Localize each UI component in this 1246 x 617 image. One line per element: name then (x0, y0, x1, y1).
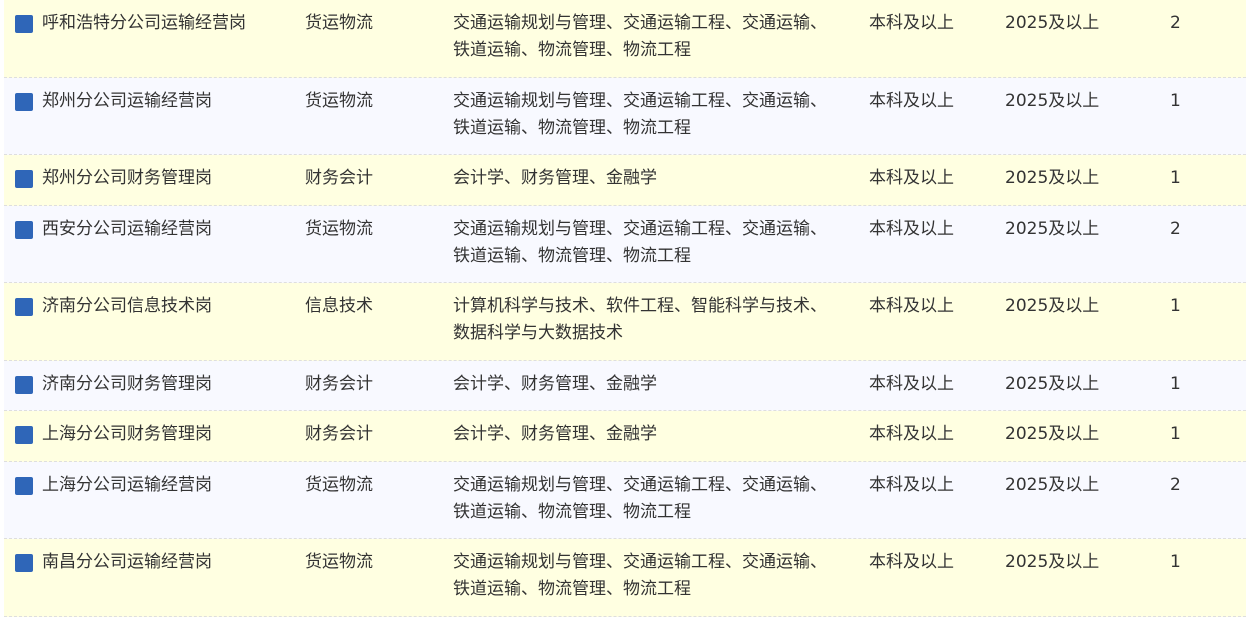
graduation-year: 2025及以上 (1005, 13, 1100, 33)
job-category: 货运物流 (305, 218, 373, 239)
position-name: 南昌分公司运输经营岗 (42, 552, 212, 572)
education-requirement: 本科及以上 (869, 90, 954, 111)
position-name: 上海分公司运输经营岗 (42, 474, 212, 495)
job-category: 货运物流 (305, 474, 373, 495)
table-row: 济南分公司信息技术岗 信息技术 计算机科学与技术、软件工程、智能科学与技术、数据科学… (4, 283, 1246, 361)
education-requirement: 本科及以上 (869, 424, 954, 444)
position-name-cell: 郑州分公司运输经营岗 (4, 78, 305, 115)
hiring-count: 1 (1170, 296, 1181, 316)
position-name: 郑州分公司财务管理岗 (42, 168, 212, 188)
square-bullet-icon (15, 375, 33, 394)
required-majors: 会计学、财务管理、金融学 (453, 424, 657, 444)
education-requirement: 本科及以上 (869, 296, 954, 316)
hiring-count: 2 (1170, 13, 1181, 33)
table-row: 上海分公司财务管理岗 财务会计 会计学、财务管理、金融学 本科及以上 2025及以上 1 (4, 411, 1246, 462)
required-majors: 计算机科学与技术、软件工程、智能科学与技术、数据科学与大数据技术 (453, 296, 827, 343)
square-bullet-icon (15, 92, 33, 111)
table-row: 郑州分公司运输经营岗 货运物流 交通运输规划与管理、交通运输工程、交通运输、铁道运输… (4, 77, 1246, 155)
job-table: 呼和浩特分公司运输经营岗 货运物流 交通运输规划与管理、交通运输工程、交通运输、铁道… (4, 0, 1246, 617)
square-bullet-icon (15, 426, 33, 444)
required-majors: 交通运输规划与管理、交通运输工程、交通运输、铁道运输、物流管理、物流工程 (453, 552, 827, 599)
graduation-year: 2025及以上 (1005, 296, 1100, 316)
square-bullet-icon (15, 298, 33, 316)
graduation-year: 2025及以上 (1005, 218, 1100, 239)
education-requirement: 本科及以上 (869, 552, 954, 572)
position-name-cell: 郑州分公司财务管理岗 (4, 155, 305, 192)
job-category: 财务会计 (305, 373, 373, 394)
job-category: 财务会计 (305, 424, 373, 444)
position-name: 上海分公司财务管理岗 (42, 424, 212, 444)
education-requirement: 本科及以上 (869, 474, 954, 495)
required-majors: 交通运输规划与管理、交通运输工程、交通运输、铁道运输、物流管理、物流工程 (453, 13, 827, 60)
job-category: 货运物流 (305, 13, 373, 33)
graduation-year: 2025及以上 (1005, 552, 1100, 572)
table-row: 郑州分公司财务管理岗 财务会计 会计学、财务管理、金融学 本科及以上 2025及以上 1 (4, 155, 1246, 206)
hiring-count: 2 (1170, 218, 1181, 239)
position-name-cell: 济南分公司信息技术岗 (4, 283, 305, 320)
education-requirement: 本科及以上 (869, 373, 954, 394)
job-category: 货运物流 (305, 552, 373, 572)
position-name-cell: 济南分公司财务管理岗 (4, 361, 305, 398)
hiring-count: 1 (1170, 168, 1181, 188)
table-row: 南昌分公司运输经营岗 货运物流 交通运输规划与管理、交通运输工程、交通运输、铁道运输… (4, 539, 1246, 617)
square-bullet-icon (15, 170, 33, 188)
hiring-count: 1 (1170, 424, 1181, 444)
education-requirement: 本科及以上 (869, 13, 954, 33)
graduation-year: 2025及以上 (1005, 168, 1100, 188)
job-category: 财务会计 (305, 168, 373, 188)
table-row: 呼和浩特分公司运输经营岗 货运物流 交通运输规划与管理、交通运输工程、交通运输、铁道… (4, 0, 1246, 78)
graduation-year: 2025及以上 (1005, 373, 1100, 394)
square-bullet-icon (15, 220, 33, 239)
education-requirement: 本科及以上 (869, 218, 954, 239)
table-row: 济南分公司财务管理岗 财务会计 会计学、财务管理、金融学 本科及以上 2025及以上 1 (4, 360, 1246, 411)
position-name: 济南分公司财务管理岗 (42, 373, 212, 394)
hiring-count: 1 (1170, 552, 1181, 572)
position-name: 济南分公司信息技术岗 (42, 296, 212, 316)
table-row: 上海分公司运输经营岗 货运物流 交通运输规划与管理、交通运输工程、交通运输、铁道运输… (4, 461, 1246, 539)
job-category: 信息技术 (305, 296, 373, 316)
hiring-count: 2 (1170, 474, 1181, 495)
hiring-count: 1 (1170, 373, 1181, 394)
position-name: 呼和浩特分公司运输经营岗 (42, 13, 246, 33)
required-majors: 交通运输规划与管理、交通运输工程、交通运输、铁道运输、物流管理、物流工程 (453, 474, 827, 522)
square-bullet-icon (15, 554, 33, 572)
position-name: 西安分公司运输经营岗 (42, 218, 212, 239)
position-name-cell: 呼和浩特分公司运输经营岗 (4, 0, 305, 37)
education-requirement: 本科及以上 (869, 168, 954, 188)
required-majors: 交通运输规划与管理、交通运输工程、交通运输、铁道运输、物流管理、物流工程 (453, 90, 827, 138)
hiring-count: 1 (1170, 90, 1181, 111)
position-name: 郑州分公司运输经营岗 (42, 90, 212, 111)
square-bullet-icon (15, 476, 33, 495)
position-name-cell: 上海分公司运输经营岗 (4, 462, 305, 499)
position-name-cell: 西安分公司运输经营岗 (4, 206, 305, 243)
graduation-year: 2025及以上 (1005, 90, 1100, 111)
required-majors: 会计学、财务管理、金融学 (453, 168, 657, 188)
required-majors: 会计学、财务管理、金融学 (453, 373, 657, 394)
required-majors: 交通运输规划与管理、交通运输工程、交通运输、铁道运输、物流管理、物流工程 (453, 218, 827, 266)
job-category: 货运物流 (305, 90, 373, 111)
position-name-cell: 南昌分公司运输经营岗 (4, 539, 305, 576)
table-row: 西安分公司运输经营岗 货运物流 交通运输规划与管理、交通运输工程、交通运输、铁道运输… (4, 205, 1246, 283)
position-name-cell: 上海分公司财务管理岗 (4, 411, 305, 448)
graduation-year: 2025及以上 (1005, 474, 1100, 495)
square-bullet-icon (15, 15, 33, 33)
graduation-year: 2025及以上 (1005, 424, 1100, 444)
